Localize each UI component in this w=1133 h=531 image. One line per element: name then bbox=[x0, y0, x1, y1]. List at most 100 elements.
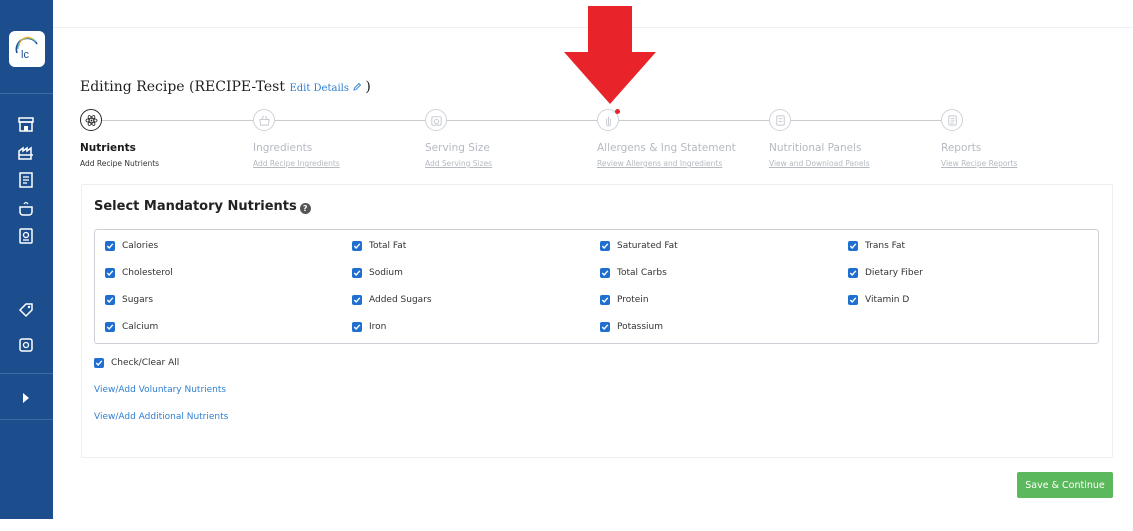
step-ingredients-title[interactable]: Ingredients bbox=[253, 142, 312, 154]
document-icon bbox=[19, 172, 33, 188]
step-panels-circle[interactable] bbox=[769, 109, 791, 131]
save-continue-button[interactable]: Save & Continue bbox=[1017, 472, 1113, 498]
nutrient-checkbox-trans-fat[interactable]: Trans Fat bbox=[848, 241, 905, 251]
nutrient-label: Added Sugars bbox=[369, 295, 432, 305]
nutrient-label: Calories bbox=[122, 241, 159, 251]
step-allergens-title[interactable]: Allergens & Ing Statement bbox=[597, 142, 736, 154]
step-panels-subtitle[interactable]: View and Download Panels bbox=[769, 159, 869, 168]
checkbox-checked-icon bbox=[105, 268, 115, 278]
sidebar-expand-button[interactable] bbox=[14, 386, 38, 410]
section-heading-text: Select Mandatory Nutrients bbox=[94, 199, 297, 214]
nutrient-checkbox-potassium[interactable]: Potassium bbox=[600, 322, 663, 332]
checkbox-checked-icon bbox=[600, 295, 610, 305]
sidebar-divider bbox=[0, 373, 53, 374]
step-allergens-subtitle[interactable]: Review Allergens and Ingredients bbox=[597, 159, 722, 168]
help-icon[interactable]: ? bbox=[299, 203, 311, 214]
step-serving-size-circle[interactable] bbox=[425, 109, 447, 131]
step-serving-size-title[interactable]: Serving Size bbox=[425, 142, 490, 154]
view-additional-nutrients-link[interactable]: View/Add Additional Nutrients bbox=[94, 412, 228, 422]
checkbox-checked-icon bbox=[848, 295, 858, 305]
basket-icon bbox=[258, 115, 270, 126]
nutrient-label: Protein bbox=[617, 295, 649, 305]
nutrient-checkbox-total-carbs[interactable]: Total Carbs bbox=[600, 268, 667, 278]
checkbox-checked-icon bbox=[600, 322, 610, 332]
sidebar-item-tags[interactable] bbox=[14, 298, 38, 322]
step-ingredients-subtitle[interactable]: Add Recipe Ingredients bbox=[253, 159, 340, 168]
step-connector bbox=[447, 120, 597, 121]
nutrient-checkbox-calories[interactable]: Calories bbox=[105, 241, 158, 251]
step-nutrients-circle[interactable] bbox=[80, 109, 102, 131]
checkbox-checked-icon bbox=[105, 295, 115, 305]
section-heading: Select Mandatory Nutrients? bbox=[94, 199, 311, 214]
sidebar-item-factory[interactable] bbox=[14, 140, 38, 164]
step-connector bbox=[619, 120, 769, 121]
nutrient-checkbox-protein[interactable]: Protein bbox=[600, 295, 649, 305]
checkbox-checked-icon bbox=[600, 268, 610, 278]
nutrient-checkbox-calcium[interactable]: Calcium bbox=[105, 322, 158, 332]
page-title-text: Editing Recipe (RECIPE-Test bbox=[80, 79, 285, 95]
step-connector bbox=[791, 120, 941, 121]
edit-details-label: Edit Details bbox=[289, 83, 349, 94]
nutrient-checkbox-sodium[interactable]: Sodium bbox=[352, 268, 403, 278]
nutrient-label: Trans Fat bbox=[865, 241, 906, 251]
step-reports-circle[interactable] bbox=[941, 109, 963, 131]
nutrient-checkbox-vitamin-d[interactable]: Vitamin D bbox=[848, 295, 909, 305]
nutrient-label: Sugars bbox=[122, 295, 154, 305]
nutrient-label: Vitamin D bbox=[865, 295, 910, 305]
sidebar-item-documents[interactable] bbox=[14, 168, 38, 192]
nutrient-label: Calcium bbox=[122, 322, 159, 332]
checkbox-checked-icon bbox=[848, 268, 858, 278]
nutrient-checkbox-total-fat[interactable]: Total Fat bbox=[352, 241, 406, 251]
nutrient-checkbox-iron[interactable]: Iron bbox=[352, 322, 386, 332]
checkbox-checked-icon bbox=[848, 241, 858, 251]
sidebar-divider bbox=[0, 93, 53, 94]
step-reports-title[interactable]: Reports bbox=[941, 142, 981, 154]
panel-icon bbox=[775, 114, 785, 126]
step-ingredients-circle[interactable] bbox=[253, 109, 275, 131]
checkbox-checked-icon bbox=[94, 358, 104, 368]
nutrient-checkbox-sugars[interactable]: Sugars bbox=[105, 295, 153, 305]
nutrient-label: Dietary Fiber bbox=[865, 268, 923, 278]
pot-icon bbox=[19, 201, 33, 216]
hand-icon bbox=[605, 116, 611, 127]
nutrient-label: Saturated Fat bbox=[617, 241, 678, 251]
expand-arrow-icon bbox=[23, 393, 29, 403]
step-nutrients-title[interactable]: Nutrients bbox=[80, 142, 136, 154]
sidebar-item-recipes[interactable] bbox=[14, 196, 38, 220]
nutrient-checkbox-dietary-fiber[interactable]: Dietary Fiber bbox=[848, 268, 923, 278]
nutrient-label: Sodium bbox=[369, 268, 403, 278]
label-icon bbox=[19, 228, 33, 244]
mandatory-nutrients-list bbox=[94, 229, 1099, 344]
check-clear-all-checkbox[interactable]: Check/Clear All bbox=[94, 358, 179, 368]
edit-details-link[interactable]: Edit Details bbox=[289, 82, 365, 94]
step-reports-subtitle[interactable]: View Recipe Reports bbox=[941, 159, 1017, 168]
nutrient-checkbox-added-sugars[interactable]: Added Sugars bbox=[352, 295, 432, 305]
factory-icon bbox=[18, 146, 33, 160]
step-panels-title[interactable]: Nutritional Panels bbox=[769, 142, 861, 154]
pencil-icon bbox=[353, 82, 362, 91]
nutrient-checkbox-cholesterol[interactable]: Cholesterol bbox=[105, 268, 173, 278]
svg-text:lc: lc bbox=[21, 49, 29, 61]
checkbox-checked-icon bbox=[105, 322, 115, 332]
step-serving-size-subtitle[interactable]: Add Serving Sizes bbox=[425, 159, 492, 168]
alert-dot bbox=[615, 109, 620, 114]
nutrient-label: Potassium bbox=[617, 322, 664, 332]
view-voluntary-nutrients-link[interactable]: View/Add Voluntary Nutrients bbox=[94, 385, 226, 395]
sidebar-divider bbox=[0, 419, 53, 420]
nutrient-checkbox-saturated-fat[interactable]: Saturated Fat bbox=[600, 241, 678, 251]
scale-icon bbox=[430, 115, 442, 126]
report-icon bbox=[947, 114, 957, 126]
page-title: Editing Recipe (RECIPE-Test Edit Details… bbox=[80, 79, 371, 95]
page-title-suffix: ) bbox=[365, 79, 371, 95]
nutrient-label: Total Fat bbox=[369, 241, 407, 251]
app-logo[interactable]: lc bbox=[9, 31, 45, 67]
checkbox-checked-icon bbox=[352, 241, 362, 251]
sidebar-item-store[interactable] bbox=[14, 112, 38, 136]
checkbox-checked-icon bbox=[352, 322, 362, 332]
sidebar-item-settings[interactable] bbox=[14, 333, 38, 357]
settings-icon bbox=[19, 338, 33, 352]
sidebar-item-labels[interactable] bbox=[14, 224, 38, 248]
tag-icon bbox=[18, 303, 33, 318]
checkbox-checked-icon bbox=[105, 241, 115, 251]
step-connector bbox=[275, 120, 425, 121]
